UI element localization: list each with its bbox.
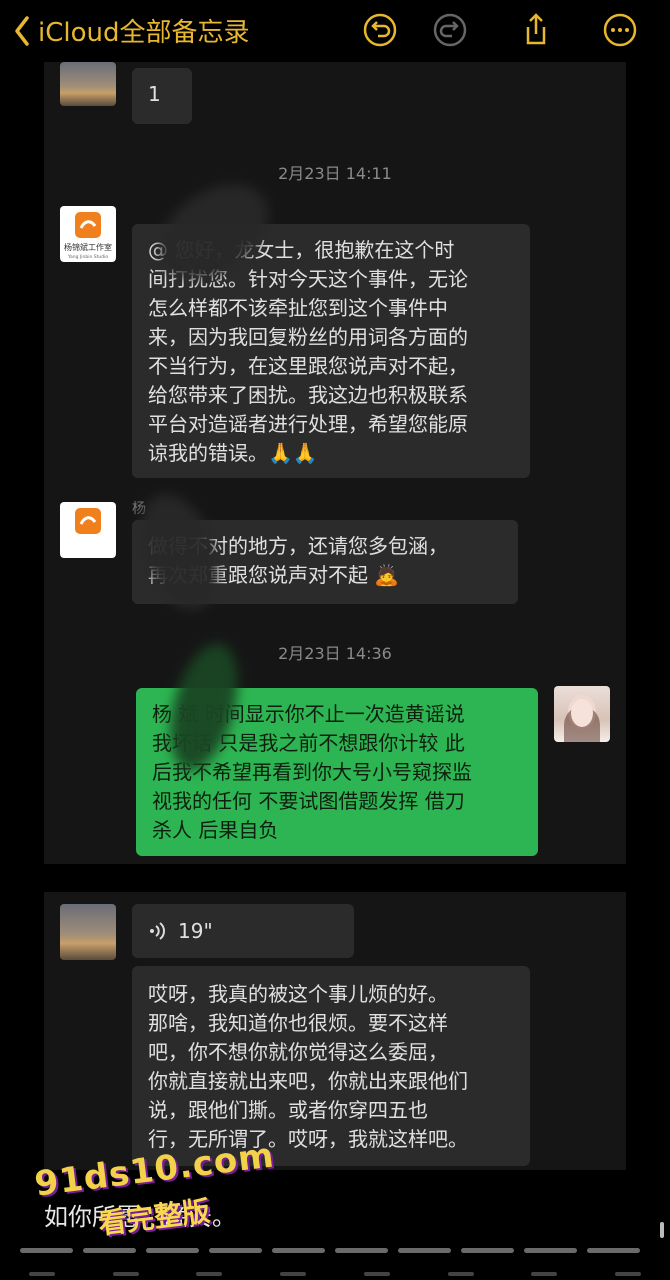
avatar (60, 904, 116, 960)
progress-segment (587, 1248, 640, 1253)
back-button[interactable]: iCloud全部备忘录 (14, 12, 250, 49)
story-indicator-row (0, 1264, 670, 1280)
share-icon[interactable] (518, 12, 554, 48)
message-line: 你就直接就出来吧，你就出来跟他们 (148, 1069, 468, 1093)
message-text: 1 (148, 82, 161, 106)
studio-logo-icon: 杨锦斌工作室 Yang Jinbin Studio (64, 212, 112, 260)
chat-screenshot-1: 1 2月23日 14:11 杨锦斌工作室 Yang Jinbin Studio … (44, 62, 626, 864)
svg-text:杨锦斌工作室: 杨锦斌工作室 (64, 242, 112, 252)
studio-logo-icon (75, 508, 101, 534)
chat-screenshot-2: 19" 哎呀，我真的被这个事儿烦的好。 那啥，我知道你也很烦。要不这样 吧，你不… (44, 892, 626, 1170)
progress-segment (398, 1248, 451, 1253)
progress-segment (209, 1248, 262, 1253)
indicator-dash (363, 1272, 390, 1276)
message-bubble: 1 (132, 68, 192, 124)
progress-segment (461, 1248, 514, 1253)
message-line: 说，跟他们撕。或者你穿四五也 (148, 1098, 428, 1122)
portrait-icon (564, 695, 600, 742)
timestamp: 2月23日 14:36 (278, 644, 392, 663)
indicator-dash (531, 1272, 558, 1276)
voice-transcript-bubble: 哎呀，我真的被这个事儿烦的好。 那啥，我知道你也很烦。要不这样 吧，你不想你就你… (132, 966, 530, 1166)
message-line: 怎么样都不该牵扯您到这个事件中 (148, 296, 448, 320)
avatar (554, 686, 610, 742)
progress-segment (335, 1248, 388, 1253)
message-line: 来，因为我回复粉丝的用词各方面的 (148, 325, 468, 349)
voice-duration: 19" (178, 918, 213, 943)
navigation-bar: iCloud全部备忘录 (0, 0, 670, 62)
message-line: 不当行为，在这里跟您说声对不起， (148, 354, 468, 378)
progress-segments (20, 1248, 640, 1253)
indicator-dash (447, 1272, 474, 1276)
message-line: 平台对造谣者进行处理，希望您能原 (148, 412, 468, 436)
scroll-indicator[interactable] (660, 1222, 664, 1238)
progress-segment (524, 1248, 577, 1253)
back-label: iCloud全部备忘录 (38, 18, 250, 48)
message-line: 哎呀，我真的被这个事儿烦的好。 (148, 982, 448, 1006)
chevron-left-icon (15, 15, 29, 46)
indicator-dash (28, 1272, 55, 1276)
message-line: 谅我的错误。🙏🙏 (148, 441, 318, 465)
progress-segment (146, 1248, 199, 1253)
timestamp: 2月23日 14:11 (278, 164, 392, 183)
message-line: 视我的任何 不要试图借题发挥 借刀 (152, 789, 465, 813)
voice-wave-icon (150, 922, 165, 940)
message-line: 吧，你不想你就你觉得这么委屈， (148, 1040, 448, 1064)
progress-segment (272, 1248, 325, 1253)
indicator-dash (615, 1272, 642, 1276)
undo-icon[interactable] (362, 12, 398, 48)
indicator-dash (196, 1272, 223, 1276)
message-line: 那啥，我知道你也很烦。要不这样 (148, 1011, 448, 1035)
indicator-dash (280, 1272, 307, 1276)
message-line: 给您带来了困扰。我这边也积极联系 (148, 383, 468, 407)
progress-segment (20, 1248, 73, 1253)
studio-avatar: 杨锦斌工作室 Yang Jinbin Studio (60, 206, 116, 262)
voice-message[interactable]: 19" (132, 904, 354, 958)
avatar (60, 62, 116, 106)
message-line: 杀人 后果自负 (152, 818, 279, 842)
studio-avatar (60, 502, 116, 558)
progress-segment (83, 1248, 136, 1253)
svg-text:Yang Jinbin Studio: Yang Jinbin Studio (67, 254, 108, 260)
more-icon[interactable] (602, 12, 638, 48)
redo-icon[interactable] (432, 12, 468, 48)
indicator-dash (112, 1272, 139, 1276)
